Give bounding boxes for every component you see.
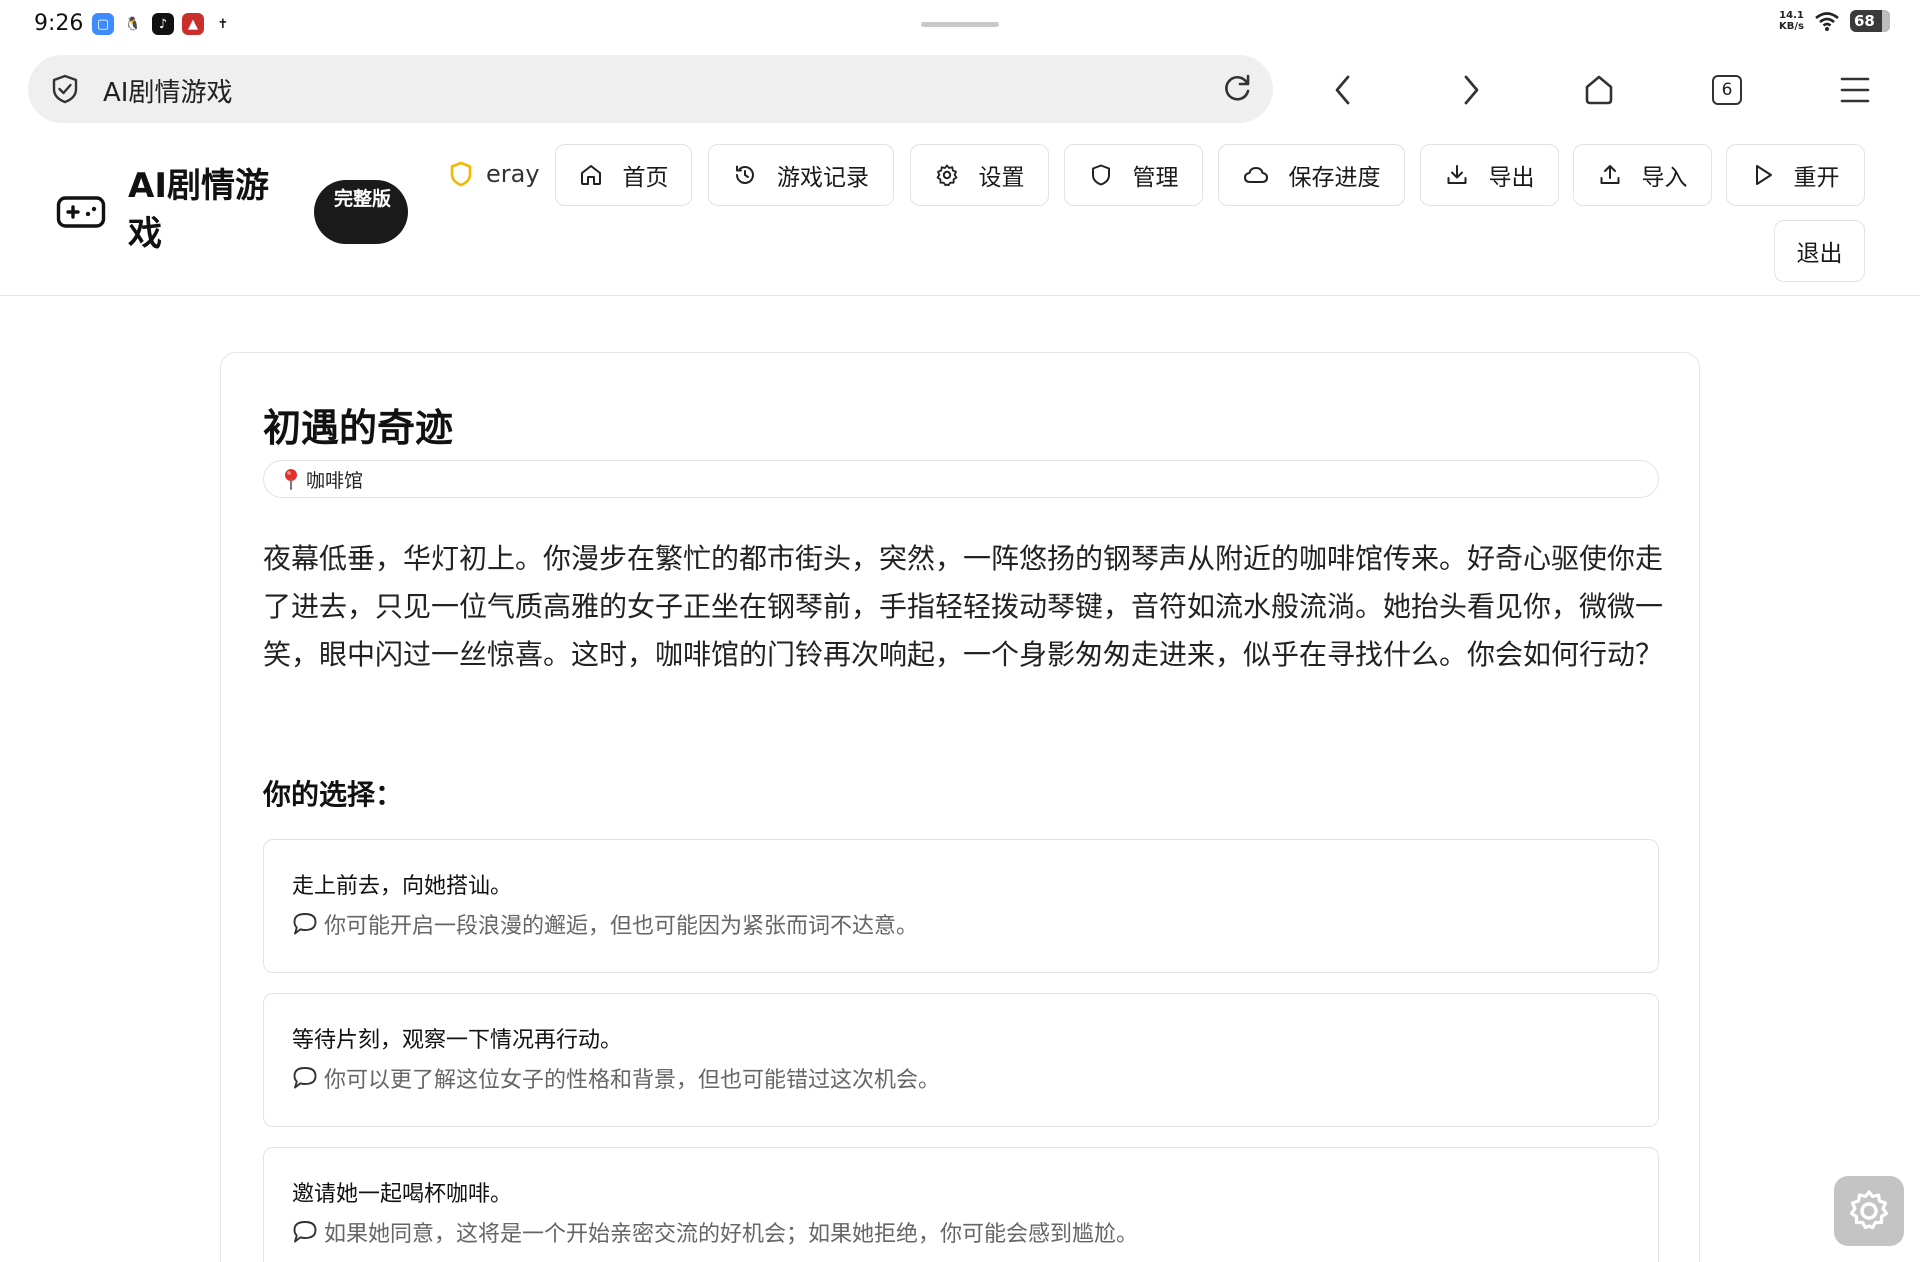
chevron-right-icon xyxy=(1464,75,1479,105)
speech-bubble-icon xyxy=(293,1067,317,1089)
choice-option-2[interactable]: 等待片刻，观察一下情况再行动。 你可以更了解这位女子的性格和背景，但也可能错过这… xyxy=(263,993,1659,1127)
username: eray xyxy=(486,160,540,188)
red-app-icon: ▲ xyxy=(182,13,204,35)
blue-square-icon: ▢ xyxy=(92,13,114,35)
chevron-left-icon xyxy=(1335,75,1350,105)
hamburger-menu-icon xyxy=(1840,77,1870,103)
play-icon xyxy=(1755,165,1772,185)
export-button[interactable]: 导出 xyxy=(1420,144,1559,206)
menu-button[interactable] xyxy=(1831,66,1879,114)
choice-text: 走上前去，向她搭讪。 xyxy=(292,874,513,899)
scene-narrative: 夜幕低垂，华灯初上。你漫步在繁忙的都市街头，突然，一阵悠扬的钢琴声从附近的咖啡馆… xyxy=(263,542,1664,671)
floating-settings-button[interactable] xyxy=(1834,1176,1904,1246)
home-icon xyxy=(580,165,601,185)
choices-heading: 你的选择： xyxy=(263,778,404,811)
address-bar[interactable]: AI剧情游戏 xyxy=(28,55,1273,123)
status-app-icons: ▢ 🐧 ♪ ▲ ✝ xyxy=(92,13,234,35)
wifi-icon xyxy=(1815,12,1839,31)
story-card: 初遇的奇迹 咖啡馆 夜幕低垂，华灯初上。你漫步在繁忙的都市街头，突然，一阵悠扬的… xyxy=(220,352,1700,1262)
choice-text: 邀请她一起喝杯咖啡。 xyxy=(292,1182,513,1207)
speech-bubble-icon xyxy=(293,1221,317,1243)
network-speed: 14.1 KB/s xyxy=(1779,10,1804,32)
choice-hint: 你可能开启一段浪漫的邂逅，但也可能因为紧张而词不达意。 xyxy=(292,908,918,940)
gear-icon xyxy=(936,164,957,187)
gamepad-icon xyxy=(56,196,106,228)
accessibility-icon: ✝ xyxy=(212,13,234,35)
choice-hint: 如果她同意，这将是一个开始亲密交流的好机会；如果她拒绝，你可能会感到尴尬。 xyxy=(292,1216,1138,1248)
edition-badge: 完整版 xyxy=(314,180,408,244)
home-nav-button[interactable] xyxy=(1575,66,1623,114)
status-time: 9:26 xyxy=(34,11,84,36)
home-button[interactable]: 首页 xyxy=(555,144,692,206)
forward-button[interactable] xyxy=(1447,66,1495,114)
home-outline-icon xyxy=(1585,75,1613,105)
penguin-icon: 🐧 xyxy=(122,13,144,35)
back-button[interactable] xyxy=(1319,66,1367,114)
app-header: AI剧情游戏 完整版 eray 首页 游戏记录 设置 管理 保存进度 导出 导入… xyxy=(0,130,1920,296)
choice-hint: 你可以更了解这位女子的性格和背景，但也可能错过这次机会。 xyxy=(292,1062,940,1094)
drag-handle[interactable] xyxy=(921,22,999,27)
shield-outline-icon xyxy=(1091,164,1110,186)
shield-icon xyxy=(450,161,472,187)
status-bar: 9:26 ▢ 🐧 ♪ ▲ ✝ 14.1 KB/s 68 xyxy=(0,0,1920,48)
status-right: 14.1 KB/s 68 xyxy=(1779,10,1890,32)
battery-indicator: 68 xyxy=(1850,10,1890,32)
choice-option-3[interactable]: 邀请她一起喝杯咖啡。 如果她同意，这将是一个开始亲密交流的好机会；如果她拒绝，你… xyxy=(263,1147,1659,1262)
history-button[interactable]: 游戏记录 xyxy=(708,144,894,206)
save-progress-button[interactable]: 保存进度 xyxy=(1218,144,1405,206)
cloud-icon xyxy=(1243,167,1268,183)
choice-option-1[interactable]: 走上前去，向她搭讪。 你可能开启一段浪漫的邂逅，但也可能因为紧张而词不达意。 xyxy=(263,839,1659,973)
url-text[interactable]: AI剧情游戏 xyxy=(103,72,232,109)
download-icon xyxy=(1447,165,1466,184)
choice-text: 等待片刻，观察一下情况再行动。 xyxy=(292,1028,623,1053)
shield-check-icon xyxy=(52,74,78,104)
settings-button[interactable]: 设置 xyxy=(910,144,1049,206)
user-info: eray xyxy=(448,160,540,188)
history-icon xyxy=(736,165,754,184)
restart-button[interactable]: 重开 xyxy=(1726,144,1865,206)
tiktok-icon: ♪ xyxy=(152,13,174,35)
app-title: AI剧情游戏 xyxy=(128,166,269,254)
location-badge: 咖啡馆 xyxy=(263,460,1659,498)
tabs-button[interactable]: 6 xyxy=(1703,66,1751,114)
tab-count-icon: 6 xyxy=(1712,75,1742,105)
scene-title: 初遇的奇迹 xyxy=(263,406,454,450)
reload-icon[interactable] xyxy=(1217,69,1257,109)
speech-bubble-icon xyxy=(293,913,317,935)
gear-icon xyxy=(1849,1190,1889,1230)
logout-button[interactable]: 退出 xyxy=(1774,220,1865,282)
location-name: 咖啡馆 xyxy=(306,469,364,492)
upload-icon xyxy=(1600,165,1619,184)
map-pin-icon xyxy=(285,469,297,490)
import-button[interactable]: 导入 xyxy=(1573,144,1712,206)
admin-button[interactable]: 管理 xyxy=(1064,144,1203,206)
